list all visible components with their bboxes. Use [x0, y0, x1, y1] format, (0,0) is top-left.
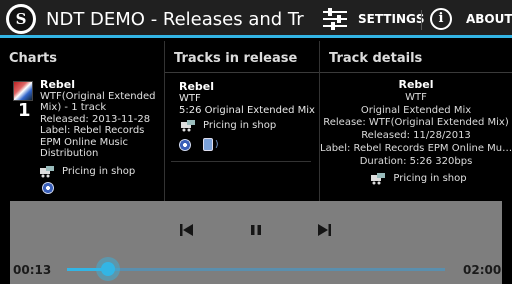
settings-label: SETTINGS: [358, 12, 425, 26]
action-bar: S NDT DEMO - Releases and Trac… SETTINGS…: [0, 0, 512, 38]
details-artist: Rebel: [398, 78, 434, 91]
details-release: Release: WTF(Original Extended Mix): [323, 117, 509, 129]
details-label: Label: Rebel Records EPM Online Mu…: [320, 142, 512, 154]
details-heading: Track details: [320, 41, 512, 73]
sliders-icon: [323, 8, 347, 30]
seek-bar[interactable]: [67, 268, 445, 271]
cart-icon: [181, 120, 195, 132]
pricing-label: Pricing in shop: [203, 120, 277, 131]
charts-heading: Charts: [9, 51, 57, 66]
pricing-in-shop-link[interactable]: Pricing in shop: [40, 165, 164, 178]
list-separator: [171, 161, 311, 162]
seek-bar-thumb[interactable]: [95, 257, 120, 281]
settings-button[interactable]: SETTINGS: [322, 0, 425, 38]
chart-rank: 1: [18, 100, 31, 121]
details-duration: Duration: 5:26 320bps: [359, 155, 473, 167]
about-label: ABOUT: [466, 12, 512, 26]
disc-icon[interactable]: [179, 138, 191, 151]
app-icon[interactable]: S: [6, 4, 36, 34]
previous-track-button[interactable]: [178, 222, 196, 238]
chart-list-item[interactable]: 1 Rebel WTF(Original Extended Mix) - 1 t…: [0, 73, 164, 194]
pause-button[interactable]: [247, 222, 265, 238]
chart-artist: Rebel: [40, 78, 76, 91]
media-player-icon[interactable]: [203, 138, 213, 151]
total-time: 02:00: [463, 263, 502, 277]
pricing-in-shop-link[interactable]: Pricing in shop: [179, 120, 319, 132]
charts-panel: Charts 1 Rebel WTF(Original Extended Mix…: [0, 41, 164, 201]
release-artist: Rebel: [179, 80, 215, 93]
release-heading: Tracks in release: [165, 41, 319, 73]
release-tracks-panel: Tracks in release Rebel WTF 5:26 Origina…: [165, 41, 319, 201]
chart-released: Released: 2013-11-28: [40, 113, 151, 125]
track-list-item[interactable]: Rebel WTF 5:26 Original Extended Mix Pri…: [165, 73, 319, 151]
media-player-controls: 00:13 02:00: [10, 201, 502, 284]
track-details-panel: Track details Rebel WTF Original Extende…: [320, 41, 512, 201]
pricing-label: Pricing in shop: [393, 172, 467, 184]
app-icon-letter: S: [9, 7, 33, 31]
release-title: WTF: [179, 93, 201, 104]
elapsed-time: 00:13: [13, 263, 52, 277]
sound-waves-icon: ): [215, 139, 219, 150]
app-title: NDT DEMO - Releases and Trac…: [46, 8, 304, 30]
details-released: Released: 11/28/2013: [361, 130, 471, 142]
cart-icon: [371, 172, 386, 185]
disc-icon[interactable]: [42, 181, 54, 194]
details-title: WTF: [405, 91, 427, 103]
info-icon: i: [430, 8, 452, 30]
actionbar-accent-line: [0, 35, 512, 38]
next-track-button[interactable]: [315, 222, 333, 238]
pricing-in-shop-link[interactable]: Pricing in shop: [320, 173, 512, 186]
cart-icon: [40, 165, 54, 177]
chart-title: WTF(Original Extended Mix) - 1 track: [40, 90, 156, 114]
about-button[interactable]: i ABOUT: [430, 0, 512, 38]
details-mix: Original Extended Mix: [360, 104, 472, 116]
release-track: 5:26 Original Extended Mix: [179, 105, 315, 116]
album-cover: [13, 81, 33, 101]
pricing-label: Pricing in shop: [62, 165, 136, 177]
chart-label: Label: Rebel Records EPM Online Music Di…: [40, 125, 145, 159]
actionbar-divider: [421, 10, 422, 30]
